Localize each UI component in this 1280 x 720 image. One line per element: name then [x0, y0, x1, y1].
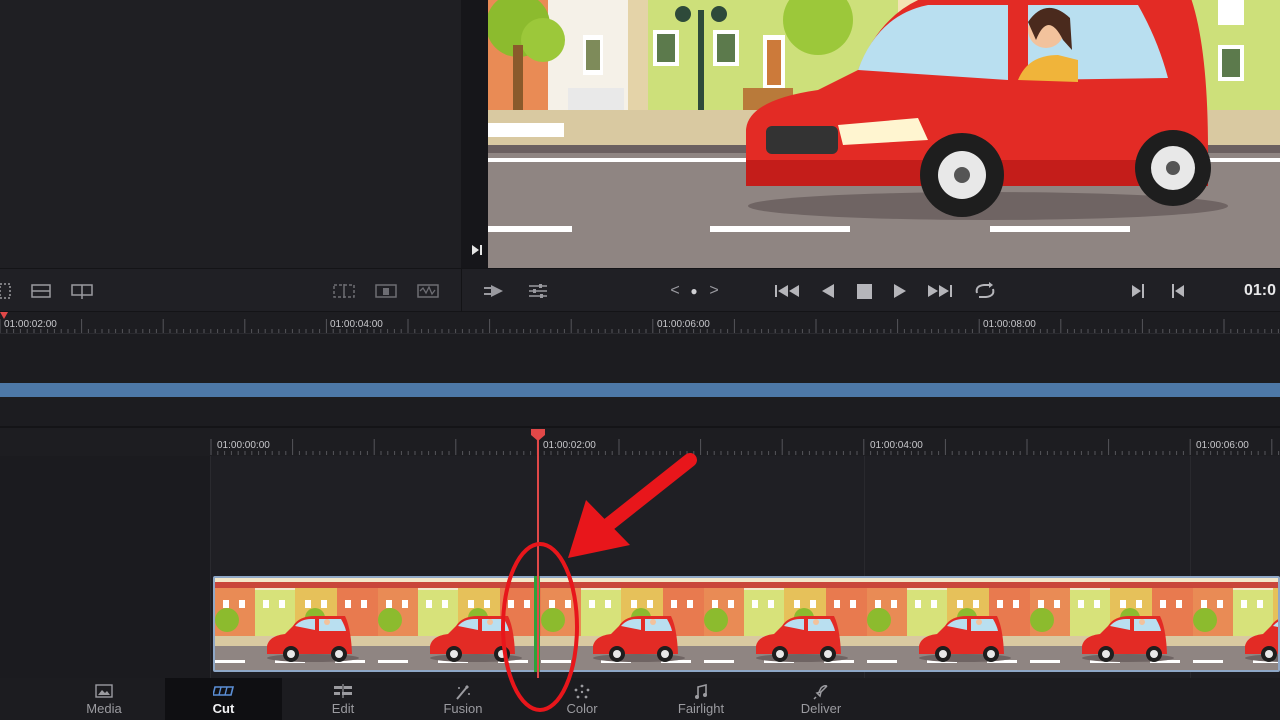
- clip-thumbnail: [378, 578, 541, 670]
- upper-timeline[interactable]: 01:00:02:00 01:00:04:00 01:00:06:00 01:0…: [0, 312, 1280, 428]
- toolbar-divider: [461, 269, 462, 313]
- settings-sliders-icon[interactable]: [527, 281, 549, 301]
- clip-thumbnail: [867, 578, 1030, 670]
- media-page-icon: [44, 684, 164, 702]
- viewer-toolbar: < ● > 01:0: [0, 268, 1280, 313]
- tab-label: Color: [566, 701, 598, 716]
- tab-cut[interactable]: Cut: [165, 678, 282, 720]
- fairlight-page-icon: [641, 683, 761, 702]
- source-overwrite-icon[interactable]: [483, 281, 505, 301]
- main-timeline-ruler[interactable]: 01:00:00:00 01:00:02:00 01:00:04:00 01:0…: [0, 428, 1280, 456]
- edit-page-icon: [283, 684, 403, 702]
- clip-thumbnail: [704, 578, 867, 670]
- tab-fairlight[interactable]: Fairlight: [641, 678, 761, 720]
- tab-media[interactable]: Media: [44, 678, 164, 720]
- play-icon[interactable]: [889, 281, 911, 301]
- single-viewer-icon[interactable]: [30, 281, 52, 301]
- go-to-end-icon[interactable]: [926, 281, 954, 301]
- upper-ruler-label: 01:00:04:00: [330, 319, 383, 330]
- main-ruler-label: 01:00:04:00: [870, 440, 923, 451]
- upper-ruler-label: 01:00:08:00: [983, 319, 1036, 330]
- trim-view-icon[interactable]: [374, 281, 397, 301]
- tab-edit[interactable]: Edit: [283, 678, 403, 720]
- go-to-start-icon[interactable]: [773, 281, 801, 301]
- tab-deliver[interactable]: Deliver: [761, 678, 881, 720]
- viewer[interactable]: [488, 0, 1280, 268]
- clip-thumbnails: [215, 578, 1278, 670]
- skip-to-end-icon[interactable]: [470, 243, 484, 257]
- play-reverse-icon[interactable]: [817, 281, 839, 301]
- upper-ruler-ticks: [0, 312, 1279, 333]
- viewer-frame-image: [488, 0, 1280, 268]
- viewer-timecode: 01:0: [1244, 282, 1277, 299]
- dual-viewer-icon[interactable]: [70, 281, 93, 301]
- next-marker-button[interactable]: >: [703, 281, 725, 301]
- upper-ruler-label: 01:00:02:00: [4, 319, 57, 330]
- clip-thumbnail: [541, 578, 704, 670]
- upper-timeline-ruler[interactable]: 01:00:02:00 01:00:04:00 01:00:06:00 01:0…: [0, 312, 1280, 334]
- timeline-overview-clip[interactable]: [0, 383, 1280, 397]
- tab-label: Fusion: [443, 701, 483, 716]
- tab-label: Media: [86, 701, 122, 716]
- tab-label: Edit: [331, 701, 355, 716]
- main-timeline[interactable]: 01:00:00:00 01:00:02:00 01:00:04:00 01:0…: [0, 428, 1280, 678]
- deliver-page-icon: [761, 684, 881, 702]
- cut-page-icon: [165, 684, 282, 702]
- main-ruler-label: 01:00:06:00: [1196, 440, 1249, 451]
- video-clip[interactable]: [213, 576, 1280, 672]
- main-ruler-ticks: [210, 439, 1280, 455]
- clip-thumbnail: [1030, 578, 1193, 670]
- track-header-area: [0, 428, 211, 678]
- tab-label: Fairlight: [677, 701, 725, 716]
- stop-icon[interactable]: [854, 281, 876, 301]
- playhead-handle[interactable]: [530, 428, 546, 442]
- panel-divider: [461, 0, 488, 268]
- clip-thumbnail: [1193, 578, 1278, 670]
- tab-label: Cut: [212, 701, 235, 716]
- main-ruler-label: 01:00:00:00: [217, 440, 270, 451]
- media-pool-panel[interactable]: [0, 0, 461, 268]
- color-page-icon: [522, 684, 642, 702]
- clip-thumbnail: [215, 578, 378, 670]
- upper-ruler-label: 01:00:06:00: [657, 319, 710, 330]
- playhead[interactable]: [537, 436, 539, 678]
- audio-waveform-icon[interactable]: [416, 281, 439, 301]
- tab-label: Deliver: [800, 701, 842, 716]
- marker-dot-icon[interactable]: ●: [683, 281, 705, 301]
- tab-fusion[interactable]: Fusion: [403, 678, 523, 720]
- mark-in-icon[interactable]: [1167, 281, 1189, 301]
- safe-area-icon[interactable]: [0, 281, 22, 301]
- loop-icon[interactable]: [972, 281, 998, 301]
- main-ruler-label: 01:00:02:00: [543, 440, 596, 451]
- resolve-cut-page: < ● > 01:0 01:00:02:00 01:00:04:00 01:00…: [0, 0, 1280, 720]
- fusion-page-icon: [403, 684, 523, 702]
- mark-out-icon[interactable]: [1127, 281, 1149, 301]
- page-navigation: Media Cut Edit Fusion Color Fairlight De…: [0, 678, 1280, 720]
- tab-color[interactable]: Color: [522, 678, 642, 720]
- split-clip-icon[interactable]: [332, 281, 355, 301]
